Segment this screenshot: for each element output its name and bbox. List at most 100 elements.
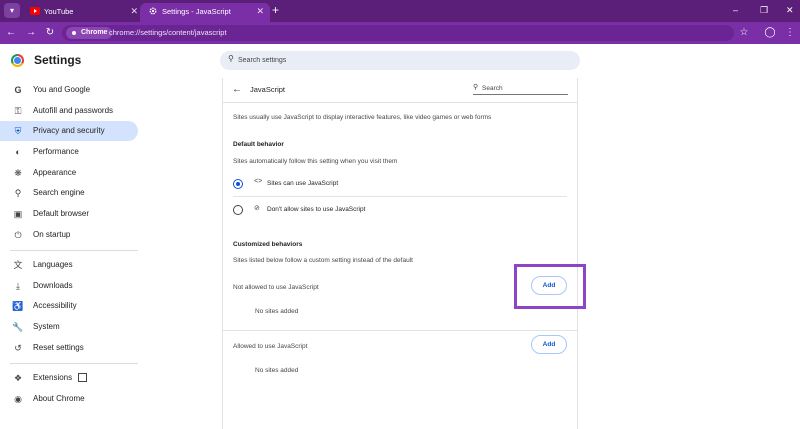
sidebar-item-on-startup[interactable]: ⏻ On startup	[0, 225, 138, 245]
sidebar-item-label: System	[33, 322, 60, 331]
shield-icon: ⛨	[14, 126, 22, 136]
allowed-label: Allowed to use JavaScript	[233, 343, 308, 350]
wrench-icon: 🔧	[12, 322, 24, 332]
sidebar-item-label: On startup	[33, 230, 71, 239]
tab-settings-javascript[interactable]: Settings - JavaScript ✕	[140, 3, 270, 22]
translate-icon: 文	[13, 260, 23, 270]
sidebar-item-label: Languages	[33, 260, 73, 269]
intro-text: Sites usually use JavaScript to display …	[233, 114, 492, 121]
sidebar-item-label: Autofill and passwords	[33, 106, 114, 115]
sidebar-item-performance[interactable]: ◐ Performance	[0, 142, 138, 162]
close-tab-icon[interactable]: ✕	[256, 3, 264, 20]
default-behavior-description: Sites automatically follow this setting …	[233, 158, 398, 165]
browser-window-icon: ▣	[13, 209, 23, 219]
sidebar-item-label: Downloads	[33, 281, 73, 290]
customized-behaviors-heading: Customized behaviors	[233, 241, 303, 248]
chrome-logo-icon	[70, 29, 78, 37]
chip-label: Chrome	[81, 29, 108, 36]
sidebar-item-label: Extensions	[33, 373, 73, 382]
chrome-logo-icon: ◉	[14, 394, 22, 404]
customized-behaviors-description: Sites listed below follow a custom setti…	[233, 257, 413, 264]
radio-button[interactable]	[233, 205, 243, 215]
minimize-icon[interactable]: –	[733, 4, 738, 16]
sidebar-item-autofill[interactable]: ⚿ Autofill and passwords	[0, 101, 138, 121]
subpage-search[interactable]: ⚲	[473, 83, 568, 95]
radio-block-javascript[interactable]: ⊘ Don't allow sites to use JavaScript	[223, 198, 577, 222]
sidebar-item-reset[interactable]: ↺ Reset settings	[0, 338, 138, 358]
google-g-icon: G	[14, 85, 22, 95]
tab-title: YouTube	[44, 7, 74, 16]
tab-strip: ▾ YouTube ✕ Settings - JavaScript ✕ + – …	[0, 0, 800, 22]
sidebar-item-label: Accessibility	[33, 301, 77, 310]
sidebar-item-default-browser[interactable]: ▣ Default browser	[0, 204, 138, 224]
accessibility-icon: ♿	[12, 301, 24, 311]
sidebar-item-label: Appearance	[33, 168, 77, 177]
forward-icon[interactable]: →	[24, 25, 38, 41]
sidebar-item-about-chrome[interactable]: ◉ About Chrome	[0, 389, 138, 409]
allowed-empty-text: No sites added	[255, 367, 299, 374]
sidebar-item-extensions[interactable]: ❖ Extensions	[0, 368, 138, 388]
address-bar[interactable]: Chrome chrome://settings/content/javascr…	[62, 25, 734, 41]
search-icon: ⚲	[14, 188, 22, 198]
code-brackets-icon: <>	[254, 178, 263, 185]
subpage-search-input[interactable]	[482, 83, 562, 94]
profile-icon[interactable]: ◯	[763, 25, 777, 41]
not-allowed-empty-text: No sites added	[255, 308, 299, 315]
sidebar-item-label: About Chrome	[33, 394, 85, 403]
sidebar-item-search-engine[interactable]: ⚲ Search engine	[0, 183, 138, 203]
sidebar-item-downloads[interactable]: ⤓ Downloads	[0, 276, 138, 296]
sidebar-item-you-and-google[interactable]: G You and Google	[0, 80, 138, 100]
sidebar-item-privacy[interactable]: ⛨ Privacy and security	[0, 121, 138, 141]
radio-button[interactable]	[233, 179, 243, 189]
power-icon: ⏻	[14, 230, 22, 240]
sidebar-item-label: Reset settings	[33, 343, 84, 352]
browser-toolbar: ← → ↻ Chrome chrome://settings/content/j…	[0, 22, 800, 44]
speedometer-icon: ◐	[15, 147, 21, 157]
page-title: Settings	[34, 53, 82, 67]
chrome-logo-icon	[11, 54, 24, 67]
bookmark-star-icon[interactable]: ☆	[737, 25, 751, 41]
sidebar-item-accessibility[interactable]: ♿ Accessibility	[0, 296, 138, 316]
radio-label: Don't allow sites to use JavaScript	[267, 206, 366, 213]
sidebar-item-languages[interactable]: 文 Languages	[0, 255, 138, 275]
radio-allow-javascript[interactable]: <> Sites can use JavaScript	[223, 172, 577, 196]
puzzle-icon: ❖	[13, 373, 23, 383]
sidebar-item-system[interactable]: 🔧 System	[0, 317, 138, 337]
subpage-title: JavaScript	[250, 85, 286, 94]
sidebar-item-appearance[interactable]: ❋ Appearance	[0, 163, 138, 183]
settings-search[interactable]: ⚲	[220, 51, 580, 70]
restore-icon[interactable]: ❐	[760, 4, 768, 16]
add-allowed-button[interactable]: Add	[531, 335, 567, 354]
download-icon: ⤓	[16, 281, 20, 291]
close-tab-icon[interactable]: ✕	[130, 3, 138, 20]
highlight-annotation-box	[514, 264, 586, 309]
tab-youtube[interactable]: YouTube ✕	[22, 3, 144, 22]
sidebar-item-label: Search engine	[33, 188, 85, 197]
back-icon[interactable]: ←	[4, 25, 18, 41]
youtube-icon	[30, 7, 40, 15]
sidebar-item-label: Performance	[33, 147, 79, 156]
chrome-chip[interactable]: Chrome	[66, 27, 113, 39]
divider	[233, 196, 567, 197]
tab-search-chevron-icon[interactable]: ▾	[4, 3, 20, 18]
search-input[interactable]	[238, 53, 558, 68]
sidebar-item-label: Privacy and security	[33, 126, 105, 135]
back-arrow-icon[interactable]: ←	[232, 84, 242, 95]
javascript-settings-panel: ← JavaScript ⚲ Sites usually use JavaScr…	[222, 78, 578, 429]
sidebar-item-label: You and Google	[33, 85, 91, 94]
sidebar-item-label: Default browser	[33, 209, 90, 218]
menu-kebab-icon[interactable]: ⋮	[783, 25, 797, 41]
reset-icon: ↺	[14, 343, 22, 353]
close-window-icon[interactable]: ✕	[786, 4, 794, 16]
tab-title: Settings - JavaScript	[162, 7, 231, 16]
radio-label: Sites can use JavaScript	[267, 180, 339, 187]
reload-icon[interactable]: ↻	[43, 25, 57, 41]
search-icon: ⚲	[473, 84, 479, 91]
default-behavior-heading: Default behavior	[233, 141, 284, 148]
url-text: chrome://settings/content/javascript	[109, 28, 227, 37]
new-tab-plus-icon[interactable]: +	[272, 2, 279, 18]
search-icon: ⚲	[228, 54, 234, 63]
not-allowed-label: Not allowed to use JavaScript	[233, 284, 319, 291]
divider	[223, 330, 577, 331]
code-off-icon: ⊘	[254, 205, 260, 212]
